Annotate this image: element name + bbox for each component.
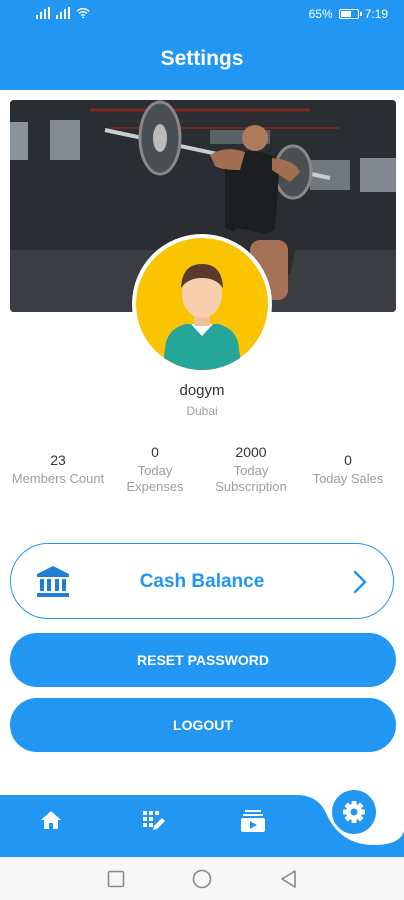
stats-row: 23 Members Count 0 Today Expenses 2000 T… [0, 440, 404, 500]
signal-icon-2 [56, 7, 70, 19]
user-avatar-icon [162, 264, 242, 370]
profile-location: Dubai [186, 404, 218, 418]
recent-apps-icon[interactable] [107, 870, 125, 888]
stat-label: Members Count [11, 471, 105, 486]
cash-balance-label: Cash Balance [139, 571, 265, 592]
system-nav-bar [0, 857, 404, 900]
avatar[interactable] [132, 234, 272, 374]
signal-icon [36, 7, 50, 19]
stat-today-expenses: 0 Today Expenses [120, 444, 190, 495]
home-circle-icon[interactable] [192, 869, 212, 889]
profile-name: dogym [179, 382, 225, 399]
clock: 7:19 [364, 7, 388, 21]
stat-label: Today Expenses [126, 463, 184, 494]
battery-percent: 65% [308, 7, 333, 21]
stat-value: 0 [344, 452, 352, 468]
stat-value: 0 [151, 444, 159, 460]
settings-fab[interactable] [332, 790, 376, 834]
home-icon[interactable] [39, 809, 63, 831]
dialpad-edit-icon[interactable] [141, 809, 165, 833]
stat-value: 2000 [235, 444, 267, 460]
wifi-icon [76, 7, 90, 19]
stat-label: Today Subscription [215, 463, 287, 494]
video-stack-icon[interactable] [240, 809, 266, 833]
stat-members-count: 23 Members Count [8, 452, 108, 487]
page-title: Settings [160, 47, 244, 70]
stat-today-sales: 0 Today Sales [306, 452, 390, 487]
reset-password-button[interactable]: RESET PASSWORD [10, 633, 396, 687]
back-icon[interactable] [279, 869, 297, 889]
logout-button[interactable]: LOGOUT [10, 698, 396, 752]
stat-today-subscription: 2000 Today Subscription [208, 444, 294, 495]
stat-value: 23 [50, 452, 66, 468]
stat-label: Today Sales [312, 471, 384, 486]
gear-icon [343, 801, 365, 823]
status-bar: 65% 7:19 [0, 0, 404, 28]
battery-icon [338, 9, 362, 19]
cash-balance-button[interactable]: Cash Balance [10, 543, 394, 619]
chevron-right-icon [353, 570, 367, 594]
app-bar: Settings [0, 28, 404, 90]
